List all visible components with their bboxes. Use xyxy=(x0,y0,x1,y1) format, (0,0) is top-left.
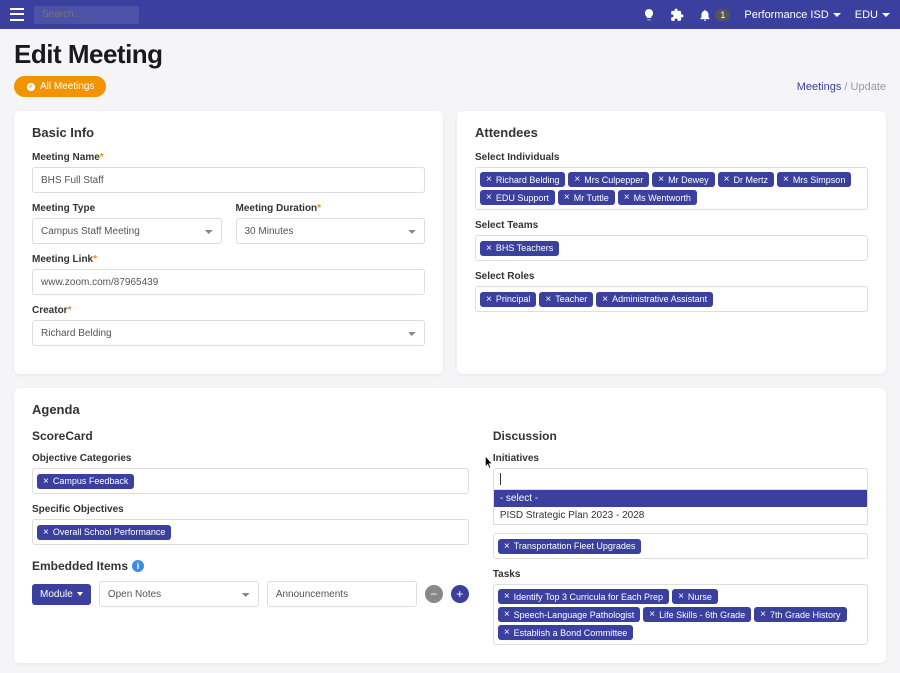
chip[interactable]: Nurse xyxy=(672,589,718,604)
user-menu[interactable]: EDU xyxy=(855,9,890,21)
spec-obj-box[interactable]: Overall School Performance xyxy=(32,519,469,545)
scorecard-title: ScoreCard xyxy=(32,429,469,443)
bell-icon xyxy=(698,8,712,22)
scorecard-col: ScoreCard Objective Categories Campus Fe… xyxy=(32,429,469,645)
page-title: Edit Meeting xyxy=(14,39,886,70)
creator-label: Creator* xyxy=(32,305,425,316)
breadcrumb: Meetings / Update xyxy=(797,81,886,93)
info-icon[interactable]: i xyxy=(132,560,144,572)
puzzle-icon[interactable] xyxy=(670,8,684,22)
chevron-down-icon xyxy=(833,13,841,17)
teams-label: Select Teams xyxy=(475,220,868,231)
chip[interactable]: Speech-Language Pathologist xyxy=(498,607,640,622)
chip[interactable]: Transportation Fleet Upgrades xyxy=(498,539,642,554)
chip[interactable]: BHS Teachers xyxy=(480,241,559,256)
meeting-type-select[interactable]: Campus Staff Meeting xyxy=(32,218,222,244)
chip[interactable]: Principal xyxy=(480,292,536,307)
dd-item-plan[interactable]: PISD Strategic Plan 2023 - 2028 xyxy=(494,507,867,524)
chip[interactable]: Establish a Bond Committee xyxy=(498,625,633,640)
module-dropdown[interactable]: Module xyxy=(32,584,91,605)
embedded-row: Module Open Notes − + xyxy=(32,581,469,607)
chip[interactable]: Overall School Performance xyxy=(37,525,171,540)
content: Basic Info Meeting Name* Meeting Type Ca… xyxy=(0,101,900,673)
org-name-label: Performance ISD xyxy=(744,9,828,21)
initiatives-input[interactable] xyxy=(493,468,868,490)
search-input[interactable] xyxy=(34,6,139,24)
meeting-link-input[interactable] xyxy=(32,269,425,295)
caret-down-icon xyxy=(77,592,83,596)
chip[interactable]: Administrative Assistant xyxy=(596,292,713,307)
breadcrumb-link[interactable]: Meetings xyxy=(797,81,842,93)
spec-obj-label: Specific Objectives xyxy=(32,504,469,515)
basic-info-card: Basic Info Meeting Name* Meeting Type Ca… xyxy=(14,111,443,374)
tasks-chips[interactable]: Identify Top 3 Curricula for Each PrepNu… xyxy=(493,584,868,645)
basic-title: Basic Info xyxy=(32,125,425,140)
breadcrumb-current: Update xyxy=(851,81,886,93)
add-row-button[interactable]: + xyxy=(451,585,469,603)
link-label: Meeting Link* xyxy=(32,254,425,265)
clock-icon xyxy=(26,82,36,92)
chip[interactable]: Identify Top 3 Curricula for Each Prep xyxy=(498,589,669,604)
notifications[interactable]: 1 xyxy=(698,8,730,22)
user-label: EDU xyxy=(855,9,878,21)
type-label: Meeting Type xyxy=(32,203,222,214)
chip[interactable]: Mr Tuttle xyxy=(558,190,615,205)
chip[interactable]: 7th Grade History xyxy=(754,607,846,622)
dd-item-select[interactable]: - select - xyxy=(494,490,867,507)
lightbulb-icon[interactable] xyxy=(642,8,656,22)
chip[interactable]: Ms Wentworth xyxy=(618,190,697,205)
notification-count: 1 xyxy=(715,9,730,21)
attendees-card: Attendees Select Individuals Richard Bel… xyxy=(457,111,886,374)
all-meetings-button[interactable]: All Meetings xyxy=(14,76,106,97)
chip[interactable]: Campus Feedback xyxy=(37,474,134,489)
hamburger-icon[interactable] xyxy=(10,7,26,23)
embed-select[interactable]: Open Notes xyxy=(99,581,259,607)
remove-row-button[interactable]: − xyxy=(425,585,443,603)
obj-cat-box[interactable]: Campus Feedback xyxy=(32,468,469,494)
creator-select[interactable]: Richard Belding xyxy=(32,320,425,346)
chevron-down-icon xyxy=(882,13,890,17)
topbar: 1 Performance ISD EDU xyxy=(0,0,900,29)
meeting-name-input[interactable] xyxy=(32,167,425,193)
chip[interactable]: Life Skills - 6th Grade xyxy=(643,607,751,622)
agenda-card: Agenda ScoreCard Objective Categories Ca… xyxy=(14,388,886,663)
discussion-title: Discussion xyxy=(493,429,868,443)
chip[interactable]: Dr Mertz xyxy=(718,172,774,187)
discussion-col: Discussion Initiatives - select - PISD S… xyxy=(493,429,868,645)
duration-select[interactable]: 30 Minutes xyxy=(236,218,426,244)
agenda-title: Agenda xyxy=(32,402,868,417)
topbar-right: 1 Performance ISD EDU xyxy=(642,8,890,22)
duration-label: Meeting Duration* xyxy=(236,203,426,214)
roles-label: Select Roles xyxy=(475,271,868,282)
name-label: Meeting Name* xyxy=(32,152,425,163)
chip[interactable]: Richard Belding xyxy=(480,172,565,187)
chip[interactable]: Mr Dewey xyxy=(652,172,714,187)
mouse-cursor-icon xyxy=(485,456,495,470)
individuals-label: Select Individuals xyxy=(475,152,868,163)
attendees-title: Attendees xyxy=(475,125,868,140)
initiatives-chips[interactable]: Transportation Fleet Upgrades xyxy=(493,533,868,559)
chip[interactable]: Mrs Culpepper xyxy=(568,172,649,187)
embedded-title: Embedded Items i xyxy=(32,559,469,573)
roles-box[interactable]: PrincipalTeacherAdministrative Assistant xyxy=(475,286,868,312)
chip[interactable]: Teacher xyxy=(539,292,593,307)
chip[interactable]: Mrs Simpson xyxy=(777,172,851,187)
chip[interactable]: EDU Support xyxy=(480,190,555,205)
page-header: Edit Meeting All Meetings Meetings / Upd… xyxy=(0,29,900,101)
individuals-box[interactable]: Richard BeldingMrs CulpepperMr Dewey Dr M… xyxy=(475,167,868,210)
teams-box[interactable]: BHS Teachers xyxy=(475,235,868,261)
tasks-label: Tasks xyxy=(493,569,868,580)
obj-cat-label: Objective Categories xyxy=(32,453,469,464)
all-meetings-label: All Meetings xyxy=(40,81,94,92)
initiatives-label: Initiatives xyxy=(493,453,868,464)
embed-text-input[interactable] xyxy=(267,581,417,607)
initiatives-dropdown[interactable]: - select - PISD Strategic Plan 2023 - 20… xyxy=(493,468,868,525)
org-selector[interactable]: Performance ISD xyxy=(744,9,840,21)
